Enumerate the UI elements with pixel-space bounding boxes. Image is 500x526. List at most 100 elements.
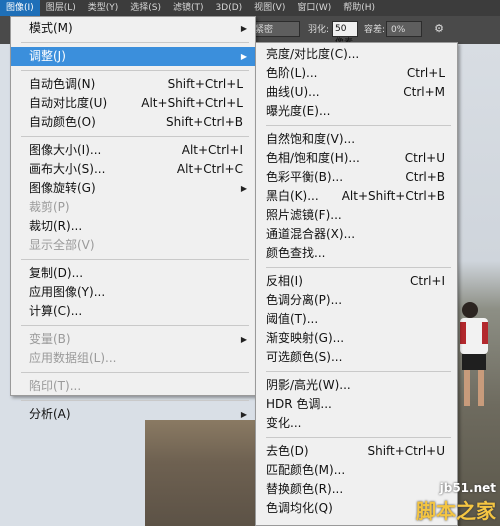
image-menu-item[interactable]: 自动对比度(U) Alt+Shift+Ctrl+L xyxy=(11,94,255,113)
gear-icon[interactable]: ⚙ xyxy=(432,22,446,36)
submenu-arrow-icon: ▶ xyxy=(240,335,247,344)
image-menu-item-label: 图像旋转(G) xyxy=(29,181,96,195)
menubar-item-3[interactable]: 选择(S) xyxy=(124,0,167,16)
adjustments-menu-item[interactable]: 阈值(T)... xyxy=(256,310,457,329)
adjustments-menu-item[interactable]: 变化... xyxy=(256,414,457,433)
image-menu-item[interactable]: 画布大小(S)... Alt+Ctrl+C xyxy=(11,160,255,179)
image-menu-item-label: 画布大小(S)... xyxy=(29,162,106,176)
adjustments-menu-separator xyxy=(266,437,451,438)
adjustments-menu-item[interactable]: 色相/饱和度(H)... Ctrl+U xyxy=(256,149,457,168)
image-menu-item[interactable]: 自动颜色(O) Shift+Ctrl+B xyxy=(11,113,255,132)
feather-input[interactable]: 50 像素 xyxy=(332,21,358,48)
adjustments-menu-item-label: 变化... xyxy=(266,416,302,430)
tolerance-select[interactable]: 0% xyxy=(386,21,422,37)
adjustments-menu-item[interactable]: 色调分离(P)... xyxy=(256,291,457,310)
adjustments-menu-item-label: 色调分离(P)... xyxy=(266,293,343,307)
image-menu-item[interactable]: 分析(A) ▶ xyxy=(11,405,255,424)
image-menu-item[interactable]: 调整(J) ▶ xyxy=(11,47,255,66)
image-menu-item-shortcut: Shift+Ctrl+B xyxy=(166,115,243,129)
watermark: jb51.net 脚本之家 xyxy=(416,481,496,524)
adjustments-menu-item[interactable]: 可选颜色(S)... xyxy=(256,348,457,367)
adjustments-menu-item-shortcut: Ctrl+M xyxy=(403,85,445,99)
adjustments-menu-item-label: 色彩平衡(B)... xyxy=(266,170,344,184)
style-select[interactable]: 紧密 xyxy=(250,21,300,37)
adjustments-menu-item-shortcut: Ctrl+U xyxy=(404,151,445,165)
adjustments-menu-item-shortcut: Shift+Ctrl+U xyxy=(367,444,445,458)
adjustments-submenu: 亮度/对比度(C)... 色阶(L)... Ctrl+L 曲线(U)... Ctrl+M… xyxy=(255,42,458,526)
adjustments-menu-item-label: 阈值(T)... xyxy=(266,312,319,326)
image-menu: 模式(M) ▶ 调整(J) ▶ 自动色调(N) Shift+Ctrl+L 自动对比度(U) A… xyxy=(10,16,256,421)
adjustments-menu-item-label: 色调均化(Q) xyxy=(266,501,333,515)
image-menu-item: 显示全部(V) xyxy=(11,236,255,255)
adjustments-menu-item[interactable]: 去色(D) Shift+Ctrl+U xyxy=(256,442,457,461)
image-menu-item[interactable]: 图像大小(I)... Alt+Ctrl+I xyxy=(11,141,255,160)
menubar-item-0[interactable]: 图像(I) xyxy=(0,0,40,16)
adjustments-menu-item-label: 照片滤镜(F)... xyxy=(266,208,342,222)
submenu-arrow-icon: ▶ xyxy=(240,410,247,419)
image-menu-item[interactable]: 裁切(R)... xyxy=(11,217,255,236)
adjustments-menu-item[interactable]: 渐变映射(G)... xyxy=(256,329,457,348)
adjustments-menu-item-label: 渐变映射(G)... xyxy=(266,331,345,345)
image-menu-item: 应用数据组(L)... xyxy=(11,349,255,368)
adjustments-menu-item-label: 色阶(L)... xyxy=(266,66,318,80)
image-menu-item-label: 自动对比度(U) xyxy=(29,96,108,110)
adjustments-menu-item[interactable]: HDR 色调... xyxy=(256,395,457,414)
menubar-item-7[interactable]: 窗口(W) xyxy=(291,0,337,16)
image-menu-item[interactable]: 复制(D)... xyxy=(11,264,255,283)
adjustments-menu-item-label: 去色(D) xyxy=(266,444,309,458)
adjustments-menu-item[interactable]: 自然饱和度(V)... xyxy=(256,130,457,149)
image-menu-item-shortcut: Alt+Ctrl+I xyxy=(181,143,243,157)
menubar-item-8[interactable]: 帮助(H) xyxy=(337,0,381,16)
adjustments-menu-item[interactable]: 曝光度(E)... xyxy=(256,102,457,121)
menubar-item-4[interactable]: 滤镜(T) xyxy=(167,0,210,16)
image-menu-item-label: 调整(J) xyxy=(29,49,66,63)
photo-image xyxy=(455,44,500,526)
adjustments-menu-item[interactable]: 照片滤镜(F)... xyxy=(256,206,457,225)
adjustments-menu-item-label: 黑白(K)... xyxy=(266,189,319,203)
image-menu-item[interactable]: 自动色调(N) Shift+Ctrl+L xyxy=(11,75,255,94)
adjustments-menu-item[interactable]: 曲线(U)... Ctrl+M xyxy=(256,83,457,102)
image-menu-item-label: 自动颜色(O) xyxy=(29,115,96,129)
image-menu-item[interactable]: 模式(M) ▶ xyxy=(11,19,255,38)
menubar-item-1[interactable]: 图层(L) xyxy=(40,0,82,16)
adjustments-menu-item[interactable]: 色阶(L)... Ctrl+L xyxy=(256,64,457,83)
adjustments-menu-item[interactable]: 亮度/对比度(C)... xyxy=(256,45,457,64)
image-menu-separator xyxy=(21,372,249,373)
image-menu-item-label: 应用图像(Y)... xyxy=(29,285,106,299)
menubar-item-5[interactable]: 3D(D) xyxy=(210,0,249,16)
feather-label: 羽化: xyxy=(308,25,330,35)
adjustments-menu-item[interactable]: 匹配颜色(M)... xyxy=(256,461,457,480)
adjustments-menu-item[interactable]: 阴影/高光(W)... xyxy=(256,376,457,395)
adjustments-menu-item-shortcut: Alt+Shift+Ctrl+B xyxy=(341,189,445,203)
menubar-item-6[interactable]: 视图(V) xyxy=(248,0,291,16)
menubar-item-2[interactable]: 类型(Y) xyxy=(82,0,125,16)
image-menu-separator xyxy=(21,325,249,326)
image-menu-item: 裁剪(P) xyxy=(11,198,255,217)
tolerance-label: 容差: xyxy=(364,25,386,35)
image-menu-item-label: 模式(M) xyxy=(29,21,73,35)
submenu-arrow-icon: ▶ xyxy=(240,184,247,193)
adjustments-menu-item[interactable]: 通道混合器(X)... xyxy=(256,225,457,244)
submenu-arrow-icon: ▶ xyxy=(240,52,247,61)
image-menu-item-label: 裁切(R)... xyxy=(29,219,83,233)
adjustments-menu-item-label: 颜色查找... xyxy=(266,246,326,260)
adjustments-menu-item-label: 可选颜色(S)... xyxy=(266,350,343,364)
adjustments-menu-item-label: 匹配颜色(M)... xyxy=(266,463,346,477)
image-menu-item[interactable]: 计算(C)... xyxy=(11,302,255,321)
adjustments-menu-item[interactable]: 颜色查找... xyxy=(256,244,457,263)
adjustments-menu-item[interactable]: 黑白(K)... Alt+Shift+Ctrl+B xyxy=(256,187,457,206)
adjustments-menu-separator xyxy=(266,125,451,126)
adjustments-menu-item-shortcut: Ctrl+B xyxy=(405,170,445,184)
image-menu-item-label: 显示全部(V) xyxy=(29,238,95,252)
adjustments-menu-item[interactable]: 反相(I) Ctrl+I xyxy=(256,272,457,291)
adjustments-menu-item[interactable]: 色彩平衡(B)... Ctrl+B xyxy=(256,168,457,187)
image-menu-separator xyxy=(21,259,249,260)
image-menu-item: 变量(B) ▶ xyxy=(11,330,255,349)
adjustments-menu-item-label: HDR 色调... xyxy=(266,397,332,411)
submenu-arrow-icon: ▶ xyxy=(240,24,247,33)
image-menu-item[interactable]: 应用图像(Y)... xyxy=(11,283,255,302)
image-menu-item-shortcut: Alt+Shift+Ctrl+L xyxy=(141,96,243,110)
image-menu-item[interactable]: 图像旋转(G) ▶ xyxy=(11,179,255,198)
adjustments-menu-item-label: 色相/饱和度(H)... xyxy=(266,151,360,165)
adjustments-menu-separator xyxy=(266,267,451,268)
